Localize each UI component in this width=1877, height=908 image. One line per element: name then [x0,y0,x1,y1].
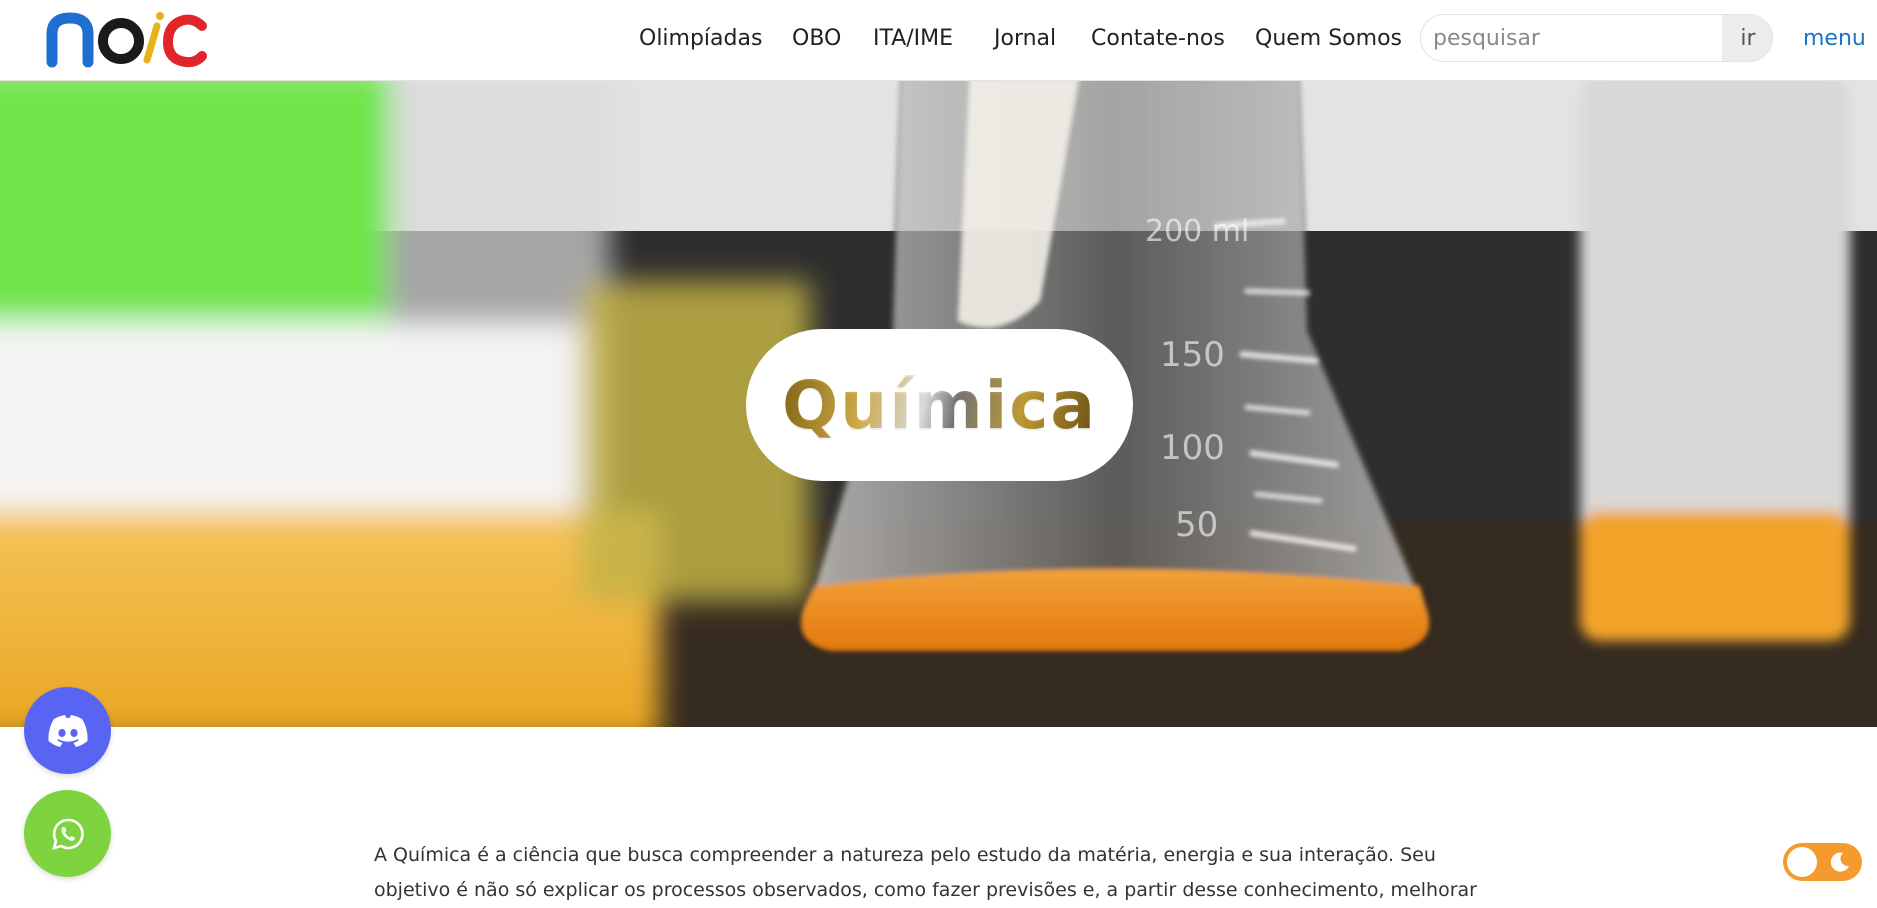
search-box: ir [1420,14,1773,62]
nav-obo[interactable]: OBO [792,22,841,56]
nav-olimpiadas[interactable]: Olimpíadas [639,22,762,56]
theme-toggle-knob [1787,847,1817,877]
theme-toggle[interactable] [1783,843,1862,881]
whatsapp-button[interactable] [24,790,111,877]
discord-button[interactable] [24,687,111,774]
site-logo[interactable] [44,8,209,72]
nav-quem-somos[interactable]: Quem Somos [1255,22,1402,56]
page-title: Química [782,366,1097,444]
flask-mark-200: 200 ml [1145,214,1249,249]
site-header: Olimpíadas OBO ITA/IME Jornal Contate-no… [0,0,1877,81]
intro-paragraph: A Química é a ciência que busca compreen… [374,844,1477,901]
whatsapp-icon [51,818,84,850]
flask-mark-50: 50 [1175,505,1218,545]
nav-jornal[interactable]: Jornal [994,22,1056,56]
moon-icon [1830,852,1849,872]
discord-icon [47,714,88,747]
search-submit-button[interactable]: ir [1722,15,1772,61]
hero-title-pill: Química [746,329,1133,481]
menu-link[interactable]: menu [1803,22,1866,56]
flask-mark-100: 100 [1160,428,1225,468]
nav-ita-ime[interactable]: ITA/IME [873,22,953,56]
flask-mark-150: 150 [1160,335,1225,375]
nav-contate-nos[interactable]: Contate-nos [1091,22,1225,56]
noic-logo-graphic [46,12,207,68]
search-input[interactable] [1421,15,1722,61]
